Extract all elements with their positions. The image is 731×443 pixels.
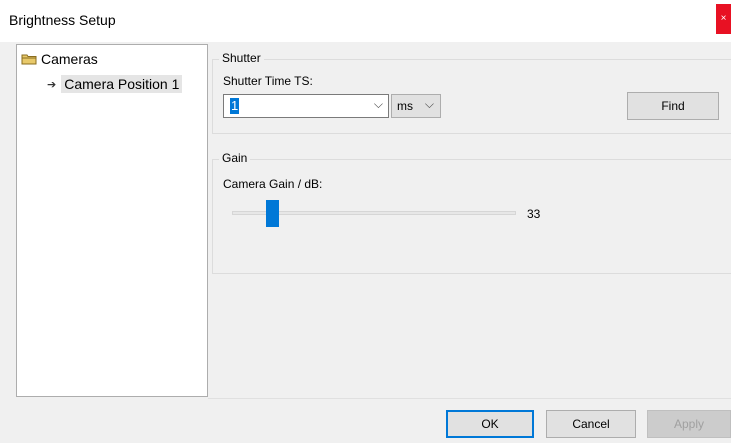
shutter-time-combobox[interactable]: 1 ⌵ xyxy=(223,94,389,118)
apply-button[interactable]: Apply xyxy=(647,410,731,438)
camera-gain-label: Camera Gain / dB: xyxy=(223,177,323,191)
close-icon: × xyxy=(720,13,727,24)
cancel-button[interactable]: Cancel xyxy=(546,410,636,438)
chevron-down-icon[interactable]: ⌵ xyxy=(374,97,383,112)
shutter-time-label: Shutter Time TS: xyxy=(223,74,313,88)
shutter-time-value: 1 xyxy=(230,98,240,114)
slider-thumb[interactable] xyxy=(265,200,279,227)
arrow-icon: ➔ xyxy=(47,78,57,91)
tree-item-cameras[interactable]: Cameras xyxy=(21,51,98,67)
tree-item-camera-position-1[interactable]: ➔ Camera Position 1 xyxy=(47,75,183,93)
gain-group-label: Gain xyxy=(219,151,251,165)
gain-slider[interactable] xyxy=(232,200,517,228)
gain-value: 33 xyxy=(527,207,541,221)
tree-item-label: Camera Position 1 xyxy=(61,75,183,93)
ok-button[interactable]: OK xyxy=(446,410,534,438)
window-title: Brightness Setup xyxy=(9,12,116,28)
camera-tree[interactable]: Cameras ➔ Camera Position 1 xyxy=(16,44,208,397)
shutter-unit-value: ms xyxy=(397,99,413,113)
divider xyxy=(208,398,731,399)
tree-item-label: Cameras xyxy=(41,51,98,67)
folder-icon xyxy=(21,54,37,65)
close-button[interactable]: × xyxy=(716,4,731,34)
title-bar: Brightness Setup × xyxy=(0,0,731,42)
find-button[interactable]: Find xyxy=(627,92,719,120)
shutter-unit-select[interactable]: ms ⌵ xyxy=(391,94,441,118)
shutter-group-label: Shutter xyxy=(219,51,264,65)
chevron-down-icon: ⌵ xyxy=(424,97,434,111)
